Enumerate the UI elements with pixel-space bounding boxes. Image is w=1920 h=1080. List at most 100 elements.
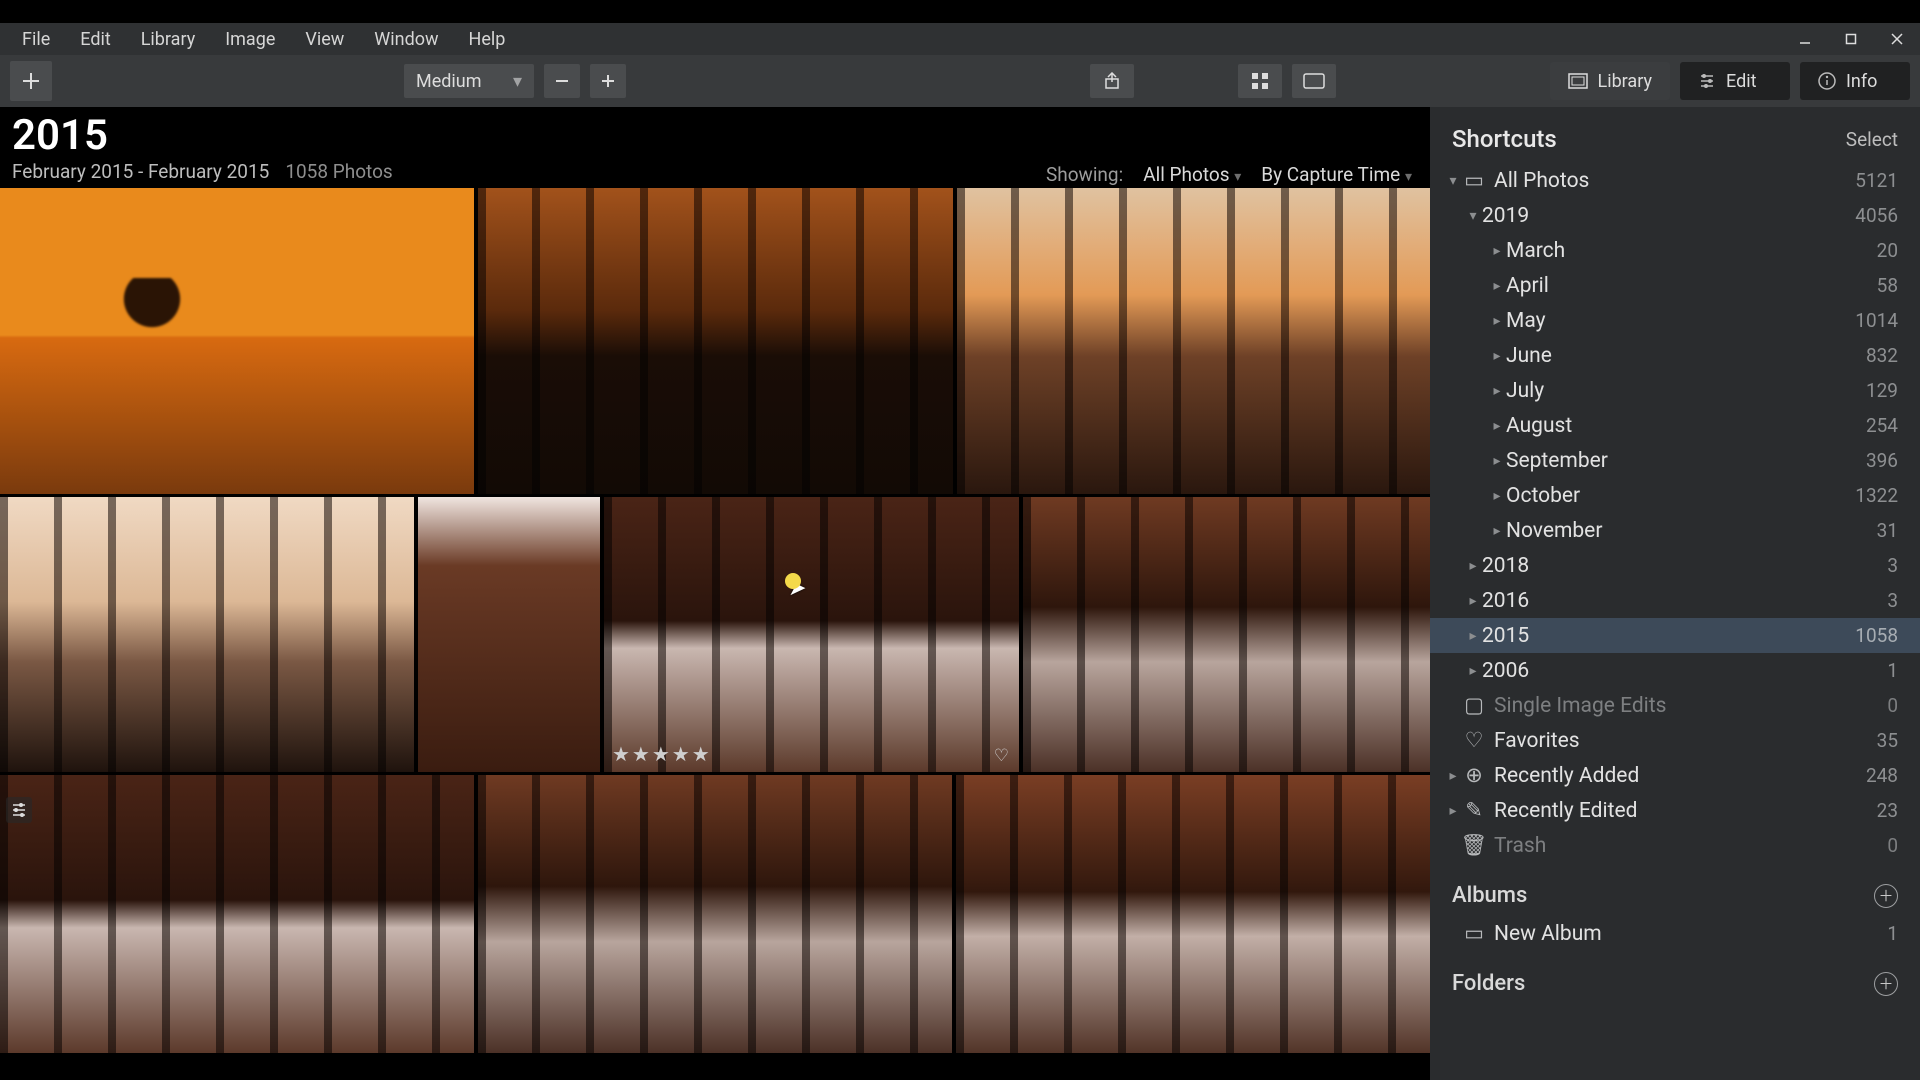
gallery-title: 2015 (12, 111, 1418, 160)
add-folder-button[interactable]: ＋ (1874, 972, 1898, 996)
close-button[interactable] (1874, 23, 1920, 55)
tab-library[interactable]: Library (1550, 62, 1671, 100)
tree-month[interactable]: ▸March20 (1430, 233, 1920, 268)
library-icon (1568, 73, 1588, 89)
filter-dropdown[interactable]: All Photos ▾ (1143, 163, 1241, 186)
chevron-down-icon: ▾ (1405, 169, 1412, 185)
tree-month[interactable]: ▸May1014 (1430, 303, 1920, 338)
expand-icon[interactable]: ▸ (1488, 348, 1506, 364)
gallery-date-range: February 2015 - February 2015 (12, 160, 269, 183)
expand-icon[interactable]: ▸ (1444, 803, 1462, 819)
expand-icon[interactable]: ▸ (1444, 768, 1462, 784)
album-icon: ▭ (1462, 921, 1486, 946)
menubar: File Edit Library Image View Window Help (0, 23, 1920, 55)
tree-year-2016[interactable]: ▸20163 (1430, 583, 1920, 618)
sort-dropdown[interactable]: By Capture Time ▾ (1261, 163, 1412, 186)
share-button[interactable] (1090, 64, 1134, 98)
thumbnail[interactable] (478, 775, 952, 1053)
tree-month[interactable]: ▸July129 (1430, 373, 1920, 408)
select-button[interactable]: Select (1846, 128, 1898, 151)
tab-edit[interactable]: Edit (1680, 62, 1790, 100)
thumbnail[interactable] (418, 497, 600, 772)
expand-icon[interactable]: ▸ (1488, 383, 1506, 399)
expand-icon[interactable]: ▸ (1488, 313, 1506, 329)
tree-all-photos[interactable]: ▾▭All Photos5121 (1430, 163, 1920, 198)
plus-circle-icon: ⊕ (1462, 763, 1486, 788)
menu-image[interactable]: Image (211, 25, 289, 54)
maximize-button[interactable] (1828, 23, 1874, 55)
tab-info[interactable]: Info (1800, 62, 1910, 100)
rating-stars[interactable]: ★★★★★ (612, 742, 712, 766)
minimize-button[interactable] (1782, 23, 1828, 55)
expand-icon[interactable]: ▸ (1488, 278, 1506, 294)
sidebar: Shortcuts Select ▾▭All Photos5121 ▾20194… (1430, 107, 1920, 1080)
tree-year-2006[interactable]: ▸20061 (1430, 653, 1920, 688)
tree-month[interactable]: ▸September396 (1430, 443, 1920, 478)
tree-single-image-edits[interactable]: ▢Single Image Edits0 (1430, 688, 1920, 723)
expand-icon[interactable]: ▸ (1488, 418, 1506, 434)
thumbnail[interactable] (0, 188, 474, 494)
gallery-count: 1058 Photos (285, 160, 392, 183)
expand-icon[interactable]: ▸ (1488, 243, 1506, 259)
menu-window[interactable]: Window (360, 25, 452, 54)
collapse-icon[interactable]: ▾ (1444, 173, 1462, 189)
album-item[interactable]: ▭New Album1 (1430, 916, 1920, 951)
menu-view[interactable]: View (291, 25, 358, 54)
tree-favorites[interactable]: ♡Favorites35 (1430, 723, 1920, 758)
menu-edit[interactable]: Edit (66, 25, 124, 54)
single-view-button[interactable] (1292, 64, 1336, 98)
menu-library[interactable]: Library (127, 25, 210, 54)
thumbnail[interactable] (478, 188, 953, 494)
stack-icon: ▭ (1462, 168, 1486, 193)
mode-tabs: Library Edit Info (1550, 62, 1911, 100)
thumbnail[interactable] (957, 188, 1430, 494)
expand-icon[interactable]: ▸ (1464, 628, 1482, 644)
image-icon: ▢ (1462, 693, 1486, 718)
toolbar: Medium ▾ Library Edit Info (0, 55, 1920, 107)
tree-month[interactable]: ▸August254 (1430, 408, 1920, 443)
tree-year-2015[interactable]: ▸20151058 (1430, 618, 1920, 653)
albums-heading: Albums (1452, 883, 1527, 908)
tree-month[interactable]: ▸October1322 (1430, 478, 1920, 513)
chevron-down-icon: ▾ (513, 71, 522, 92)
expand-icon[interactable]: ▸ (1488, 453, 1506, 469)
tree-month[interactable]: ▸April58 (1430, 268, 1920, 303)
share-icon (1103, 72, 1121, 90)
add-button[interactable] (10, 61, 52, 101)
expand-icon[interactable]: ▸ (1464, 663, 1482, 679)
folders-heading: Folders (1452, 971, 1525, 996)
expand-icon[interactable]: ▸ (1464, 558, 1482, 574)
tree-month[interactable]: ▸November31 (1430, 513, 1920, 548)
tree-trash[interactable]: 🗑Trash0 (1430, 828, 1920, 863)
expand-icon[interactable]: ▸ (1488, 488, 1506, 504)
tree-year-2018[interactable]: ▸20183 (1430, 548, 1920, 583)
expand-icon[interactable]: ▸ (1464, 593, 1482, 609)
grid-view-button[interactable] (1238, 64, 1282, 98)
thumbnail-size-select[interactable]: Medium ▾ (404, 64, 534, 98)
thumbnail[interactable]: ★★★★★ ♡ (604, 497, 1019, 772)
collapse-icon[interactable]: ▾ (1464, 208, 1482, 224)
titlebar (0, 0, 1920, 23)
sliders-icon (10, 801, 28, 819)
thumbnail[interactable] (956, 775, 1430, 1053)
add-album-button[interactable]: ＋ (1874, 884, 1898, 908)
chevron-down-icon: ▾ (1234, 169, 1241, 185)
menu-help[interactable]: Help (455, 25, 520, 54)
grid-icon (1251, 72, 1269, 90)
thumbnail[interactable] (0, 775, 474, 1053)
info-icon (1818, 72, 1836, 90)
shortcuts-tree: ▾▭All Photos5121 ▾20194056 ▸March20 ▸Apr… (1430, 163, 1920, 863)
expand-icon[interactable]: ▸ (1488, 523, 1506, 539)
zoom-out-button[interactable] (544, 64, 580, 98)
menu-file[interactable]: File (8, 25, 64, 54)
thumbnail[interactable] (1023, 497, 1430, 772)
trash-icon: 🗑 (1462, 834, 1486, 858)
filter-panel-toggle[interactable] (6, 797, 32, 823)
tree-recently-added[interactable]: ▸⊕Recently Added248 (1430, 758, 1920, 793)
zoom-in-button[interactable] (590, 64, 626, 98)
thumbnail[interactable] (0, 497, 414, 772)
tree-year-2019[interactable]: ▾20194056 (1430, 198, 1920, 233)
tree-recently-edited[interactable]: ▸✎Recently Edited23 (1430, 793, 1920, 828)
favorite-toggle[interactable]: ♡ (994, 746, 1009, 766)
tree-month[interactable]: ▸June832 (1430, 338, 1920, 373)
